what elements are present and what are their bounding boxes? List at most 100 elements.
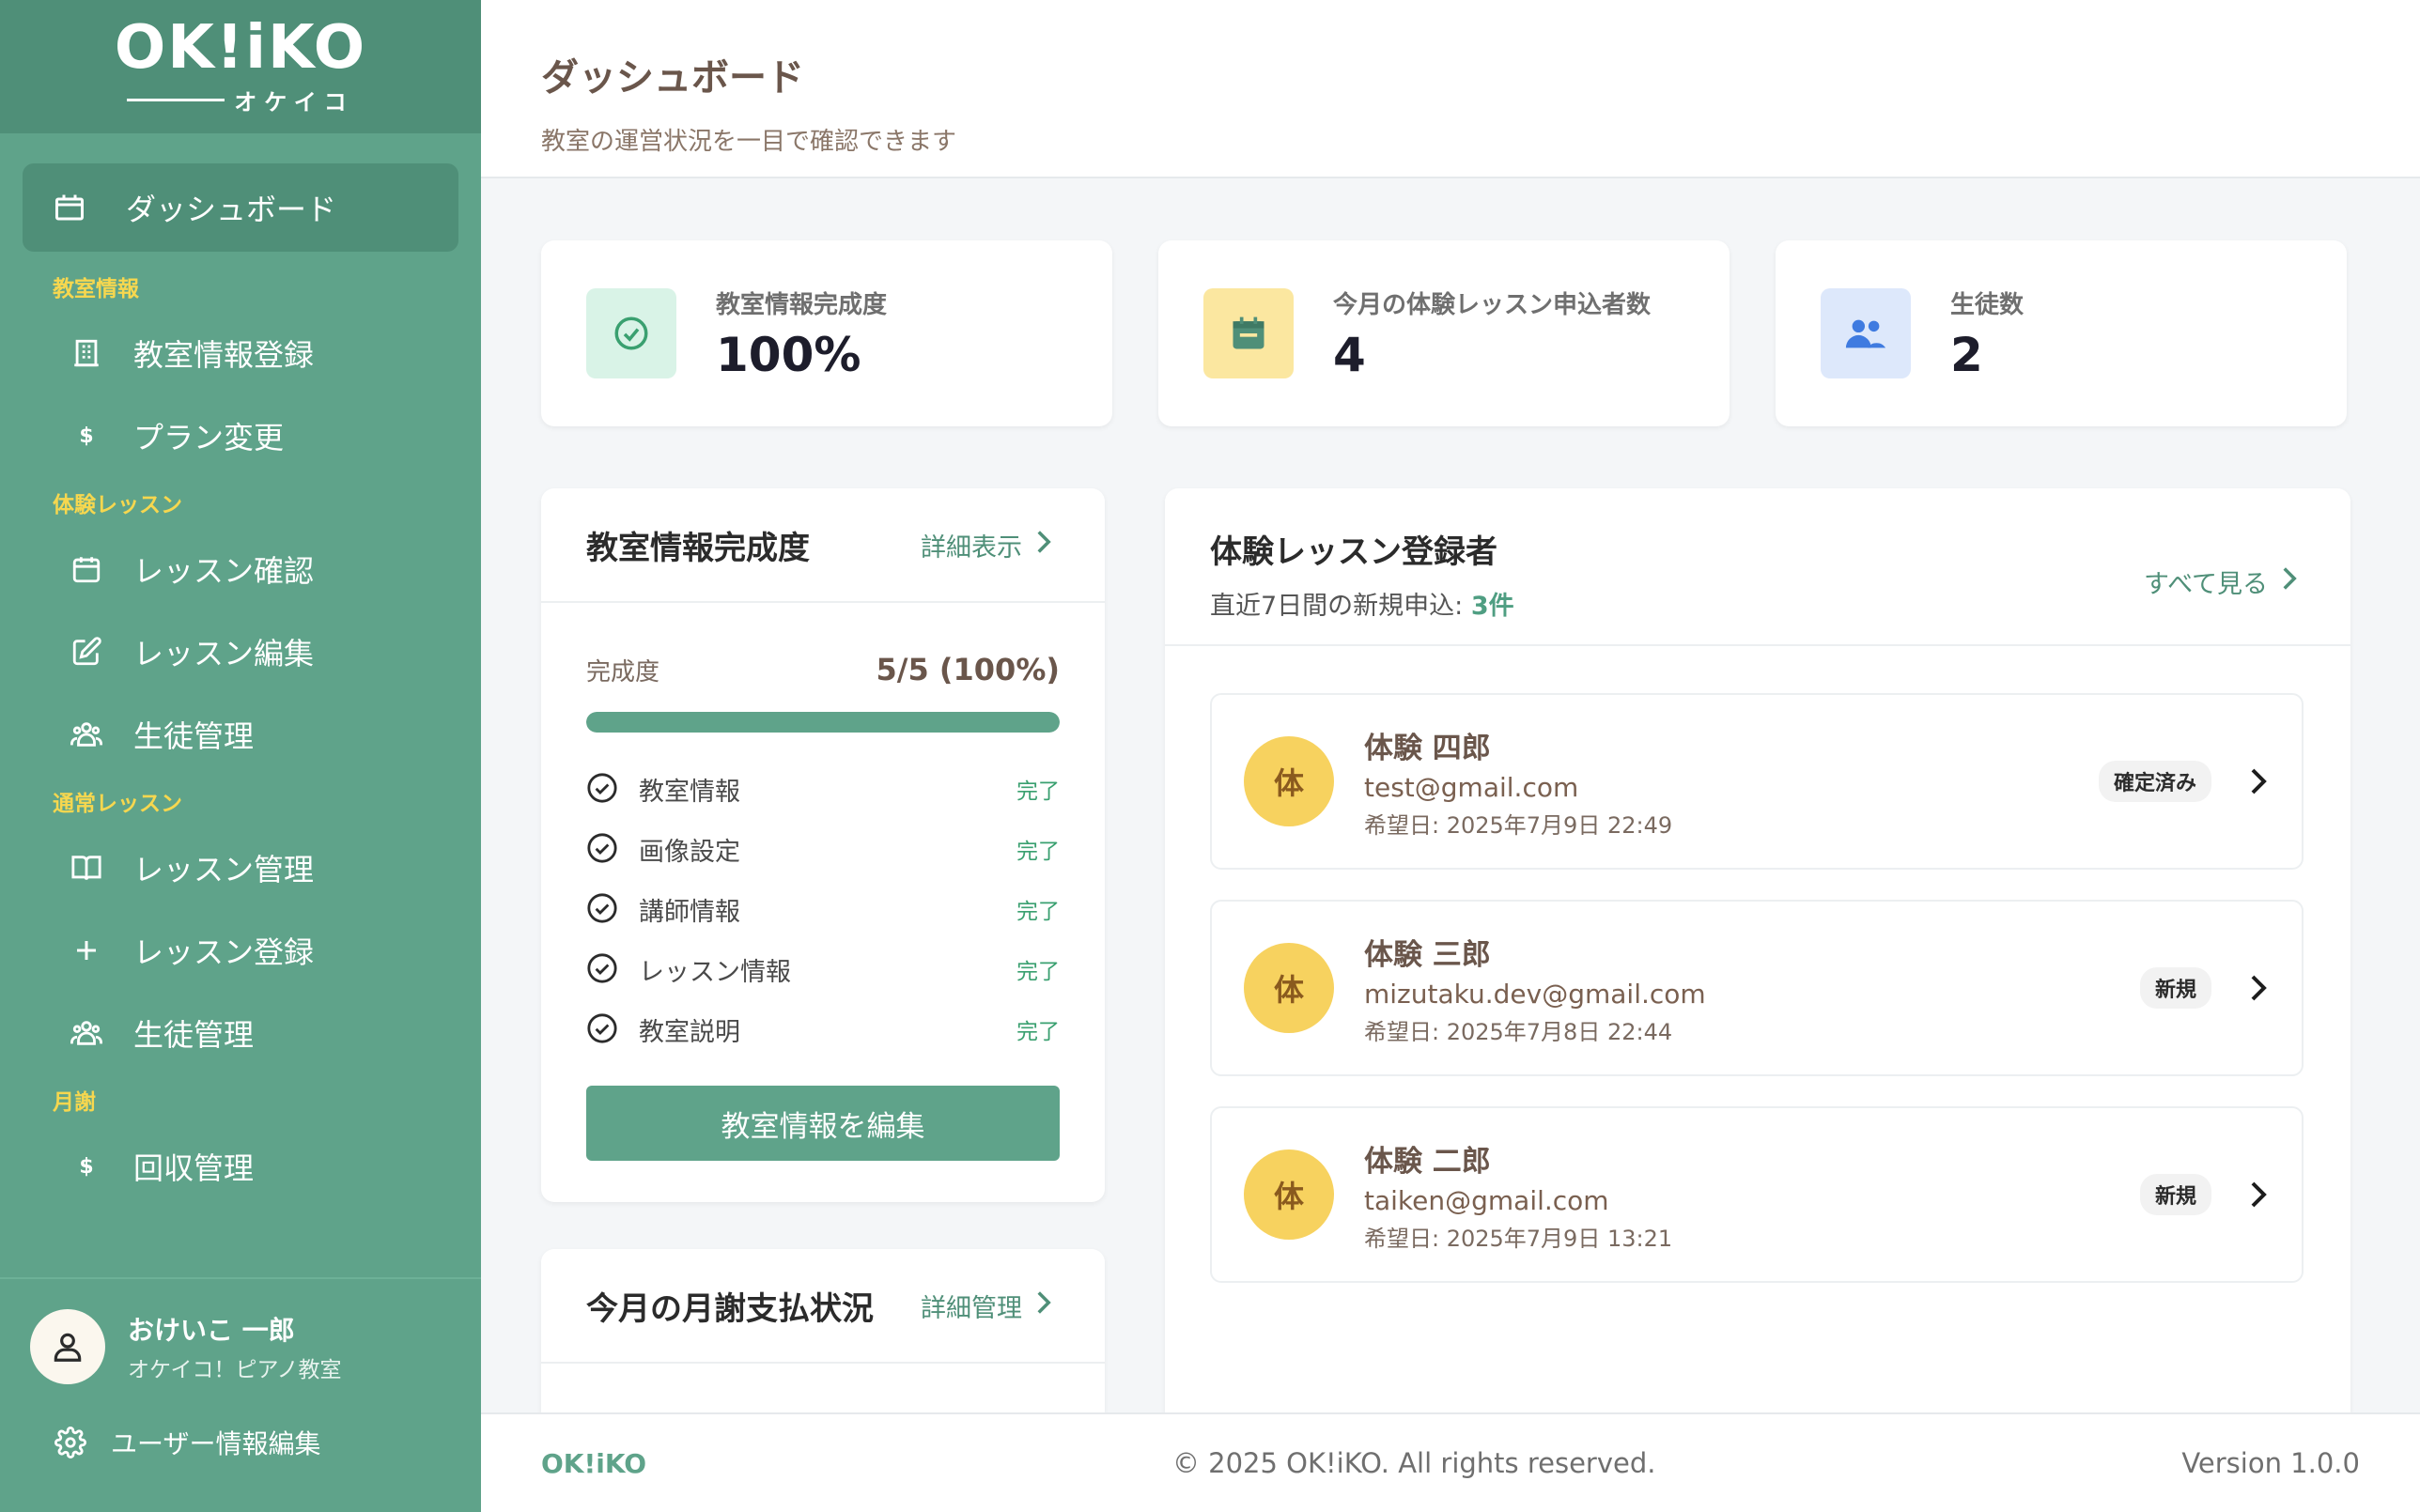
checklist-status: 完了 xyxy=(1016,960,1060,984)
sidebar-item-dashboard[interactable]: ダッシュボード xyxy=(23,163,458,252)
see-all-link-label: すべて見る xyxy=(2143,570,2268,599)
sidebar-item-lesson-confirm[interactable]: レッスン確認 xyxy=(23,528,458,610)
calendar-icon xyxy=(1203,288,1294,378)
registrants-summary-count: 3件 xyxy=(1470,592,1514,621)
sidebar-item-label: ダッシュボード xyxy=(126,192,337,227)
checklist-status: 完了 xyxy=(1016,1020,1060,1044)
checklist-item: レッスン情報 完了 xyxy=(586,939,1060,999)
payment-card: 今月の月謝支払状況 詳細管理 xyxy=(541,1249,1105,1412)
sidebar-item-lesson-edit[interactable]: レッスン編集 xyxy=(23,610,458,693)
plus-icon xyxy=(68,932,105,969)
stat-value: 4 xyxy=(1333,327,1366,382)
avatar: 体 xyxy=(1244,736,1334,826)
registrant-row[interactable]: 体 体験 二郎 taiken@gmail.com 希望日: 2025年7月9日 … xyxy=(1210,1106,2304,1283)
stat-label: 今月の体験レッスン申込者数 xyxy=(1333,290,1652,319)
sidebar-item-label: レッスン管理 xyxy=(133,852,315,887)
chevron-right-icon xyxy=(2249,1180,2268,1210)
logo-line xyxy=(127,98,225,101)
user-settings-link[interactable]: ユーザー情報編集 xyxy=(0,1384,481,1461)
users-icon xyxy=(68,716,105,753)
completion-progress: 完成度 5/5 (100%) 教室情報 完了 画像設定 完了 講師情報 完了 レ… xyxy=(541,603,1105,1059)
check-circle-icon xyxy=(586,288,676,378)
sidebar-item-label: レッスン登録 xyxy=(133,934,315,970)
checklist-item: 教室説明 完了 xyxy=(586,999,1060,1059)
user-block: おけいこ 一郎 オケイコ！ピアノ教室 ユーザー情報編集 xyxy=(0,1277,481,1512)
checklist-status: 完了 xyxy=(1016,900,1060,924)
chevron-right-icon xyxy=(2249,766,2268,796)
sidebar-item-lesson-manage[interactable]: レッスン管理 xyxy=(23,826,458,909)
payment-card-header: 今月の月謝支払状況 詳細管理 xyxy=(541,1249,1105,1364)
registrant-email: mizutaku.dev@gmail.com xyxy=(1364,978,1706,1010)
book-icon xyxy=(68,849,105,887)
edit-classroom-button[interactable]: 教室情報を編集 xyxy=(586,1086,1060,1161)
progress-bar xyxy=(586,712,1060,733)
sidebar-item-trial-students[interactable]: 生徒管理 xyxy=(23,693,458,776)
logo[interactable]: OK!iKO オケイコ xyxy=(0,0,481,133)
sidebar-item-collection[interactable]: $ 回収管理 xyxy=(23,1125,458,1208)
building-icon xyxy=(68,334,105,372)
registrant-email: test@gmail.com xyxy=(1364,771,1579,803)
dollar-icon: $ xyxy=(79,1154,94,1179)
sidebar-item-label: レッスン確認 xyxy=(133,553,315,589)
logo-subtitle: オケイコ xyxy=(127,84,354,116)
sidebar-item-regular-students[interactable]: 生徒管理 xyxy=(23,992,458,1074)
payment-details-link[interactable]: 詳細管理 xyxy=(921,1288,1052,1324)
sidebar-item-label: 教室情報登録 xyxy=(133,337,315,373)
registrant-email: taiken@gmail.com xyxy=(1364,1184,1609,1216)
sidebar-item-plan-change[interactable]: $ プラン変更 xyxy=(23,394,458,477)
gear-icon xyxy=(54,1427,86,1458)
section-label-regular: 通常レッスン xyxy=(53,792,182,816)
sidebar-item-classroom-register[interactable]: 教室情報登録 xyxy=(23,312,458,394)
sidebar-item-lesson-register[interactable]: レッスン登録 xyxy=(23,909,458,992)
users-icon xyxy=(1821,288,1911,378)
check-circle-icon xyxy=(586,892,620,926)
dashboard-icon xyxy=(51,189,88,226)
calendar-icon xyxy=(68,550,105,588)
user-school: オケイコ！ピアノ教室 xyxy=(128,1358,342,1382)
edit-icon xyxy=(68,633,105,671)
checklist-item: 画像設定 完了 xyxy=(586,819,1060,879)
registrant-name: 体験 二郎 xyxy=(1364,1144,1491,1179)
progress-bar-fill xyxy=(586,712,1060,733)
checklist-status: 完了 xyxy=(1016,779,1060,804)
see-all-link[interactable]: すべて見る xyxy=(2144,563,2298,600)
sidebar-nav: ダッシュボード 教室情報 教室情報登録 $ プラン変更 体験レッスン レッスン確… xyxy=(0,133,481,1208)
stat-card-trial-applicants: 今月の体験レッスン申込者数 4 xyxy=(1158,240,1730,426)
main-content: ダッシュボード 教室の運営状況を一目で確認できます 教室情報完成度 100% 今… xyxy=(481,0,2420,1512)
checklist-label: 画像設定 xyxy=(639,837,740,867)
checklist-label: 教室説明 xyxy=(639,1017,740,1047)
footer-logo: OK!iKO xyxy=(541,1447,647,1479)
registrant-row[interactable]: 体 体験 三郎 mizutaku.dev@gmail.com 希望日: 2025… xyxy=(1210,900,2304,1076)
stat-card-completion: 教室情報完成度 100% xyxy=(541,240,1112,426)
stat-label: 教室情報完成度 xyxy=(716,290,888,319)
payment-details-link-label: 詳細管理 xyxy=(921,1293,1022,1323)
completion-card: 教室情報完成度 詳細表示 完成度 5/5 (100%) 教室情報 完了 画像設定… xyxy=(541,488,1105,1202)
stat-card-students: 生徒数 2 xyxy=(1776,240,2347,426)
registrants-summary-label: 直近7日間の新規申込: xyxy=(1210,592,1464,621)
checklist: 教室情報 完了 画像設定 完了 講師情報 完了 レッスン情報 完了 教室説明 完… xyxy=(586,759,1060,1059)
page-title: ダッシュボード xyxy=(541,56,804,100)
checklist-label: レッスン情報 xyxy=(639,957,791,987)
dollar-icon: $ xyxy=(79,424,94,448)
stat-value: 100% xyxy=(716,327,861,382)
checklist-item: 教室情報 完了 xyxy=(586,759,1060,819)
completion-card-header: 教室情報完成度 詳細表示 xyxy=(541,488,1105,603)
registrant-row[interactable]: 体 体験 四郎 test@gmail.com 希望日: 2025年7月9日 22… xyxy=(1210,693,2304,870)
check-circle-icon xyxy=(586,952,620,986)
sidebar: OK!iKO オケイコ ダッシュボード 教室情報 教室情報登録 $ プラン変更 … xyxy=(0,0,481,1512)
details-link[interactable]: 詳細表示 xyxy=(921,527,1052,563)
card-title: 今月の月謝支払状況 xyxy=(586,1289,874,1328)
chevron-right-icon xyxy=(2249,973,2268,1003)
registrant-name: 体験 三郎 xyxy=(1364,937,1491,972)
status-badge: 確定済み xyxy=(2098,761,2211,802)
registrants-header: 体験レッスン登録者 直近7日間の新規申込: 3件 すべて見る xyxy=(1165,488,2350,646)
registrant-date: 希望日: 2025年7月8日 22:44 xyxy=(1364,1018,1673,1045)
check-circle-icon xyxy=(586,832,620,866)
checklist-label: 教室情報 xyxy=(639,777,740,807)
progress-label: 完成度 xyxy=(586,657,660,687)
checklist-item: 講師情報 完了 xyxy=(586,879,1060,939)
page-header: ダッシュボード 教室の運営状況を一目で確認できます xyxy=(481,0,2420,178)
user-profile[interactable]: おけいこ 一郎 オケイコ！ピアノ教室 xyxy=(0,1279,481,1384)
sidebar-item-label: 生徒管理 xyxy=(133,1017,255,1053)
logo-sub-text: オケイコ xyxy=(234,88,354,116)
